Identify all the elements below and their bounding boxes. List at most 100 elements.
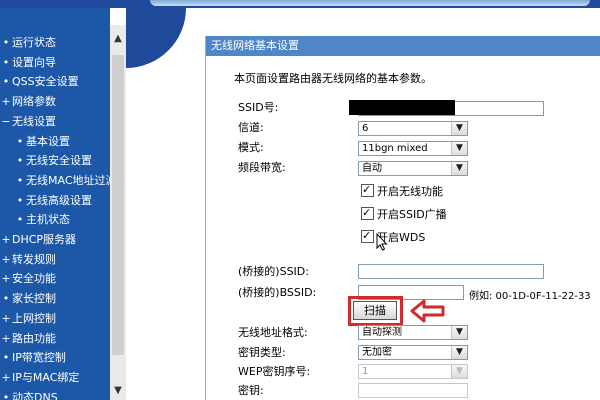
sidebar-item[interactable]: +网络参数 [0, 92, 56, 111]
sidebar-item-label: 无线MAC地址过滤 [26, 173, 110, 187]
sidebar-item-label: 无线设置 [12, 114, 56, 128]
sidebar-bullet-icon: + [1, 331, 11, 345]
wep-index-value: 1 [362, 366, 369, 377]
sidebar-bullet-icon: • [16, 213, 24, 227]
key-label: 密钥: [238, 384, 264, 397]
sidebar-bullet-icon: + [1, 252, 11, 266]
wep-index-select[interactable]: 1 ▼ [358, 364, 468, 379]
sidebar-item[interactable]: • 运行状态 [0, 33, 56, 52]
bridge-ssid-label: (桥接的)SSID: [238, 265, 309, 278]
chevron-down-icon[interactable]: ▼ [451, 326, 467, 339]
enable-ssid-broadcast-checkbox[interactable]: 开启SSID广播 [361, 205, 447, 223]
sidebar-item-label: 基本设置 [26, 134, 70, 148]
sidebar-item[interactable]: • 动态DNS [0, 388, 58, 400]
chevron-down-icon[interactable]: ▼ [451, 346, 467, 359]
sidebar-scrollbar[interactable]: ▲ ▼ [110, 25, 126, 400]
address-format-label: 无线地址格式: [238, 326, 308, 339]
sidebar-bullet-icon: • [16, 154, 24, 168]
sidebar-item-label: 安全功能 [12, 272, 56, 286]
panel-description: 本页面设置路由器无线网络的基本参数。 [234, 72, 432, 85]
sidebar-item-label: 转发规则 [12, 252, 56, 266]
sidebar-item[interactable]: +安全功能 [0, 269, 56, 288]
sidebar-bullet-icon: • [2, 390, 10, 400]
pointer-arrow-icon [410, 299, 445, 323]
sidebar-bullet-icon: • [2, 292, 10, 306]
scan-button[interactable]: 扫描 [353, 301, 397, 320]
sidebar-item[interactable]: +转发规则 [0, 250, 56, 269]
bandwidth-select[interactable]: 自动 ▼ [358, 161, 468, 176]
panel-title: 无线网络基本设置 [206, 36, 600, 56]
sidebar-item-label: 运行状态 [12, 36, 56, 49]
sidebar-item[interactable]: +IP与MAC绑定 [0, 368, 79, 387]
scroll-up-arrow-icon[interactable]: ▲ [110, 31, 126, 47]
bandwidth-value: 自动 [362, 163, 382, 174]
sidebar-item[interactable]: −无线设置 [0, 112, 56, 131]
address-format-select[interactable]: 自动探测 ▼ [358, 325, 468, 340]
sidebar-bullet-icon: + [1, 95, 11, 109]
sidebar-item[interactable]: • 无线高级设置 [14, 191, 92, 210]
mouse-cursor-icon [376, 233, 388, 251]
sidebar-item[interactable]: • 主机状态 [14, 210, 70, 229]
bridge-ssid-input[interactable] [358, 264, 544, 279]
sidebar-bullet-icon: • [2, 351, 10, 365]
scroll-thumb[interactable] [112, 55, 124, 355]
enable-ssid-broadcast-label: 开启SSID广播 [377, 208, 447, 221]
sidebar-item-label: 设置向导 [12, 55, 56, 69]
sidebar-item-label: 无线高级设置 [26, 193, 92, 207]
sidebar-item[interactable]: +路由功能 [0, 329, 56, 348]
sidebar-item[interactable]: • QSS安全设置 [0, 72, 79, 91]
sidebar-item-label: 网络参数 [12, 95, 56, 109]
sidebar-bullet-icon: + [1, 370, 11, 384]
key-type-select[interactable]: 无加密 ▼ [358, 345, 468, 360]
sidebar-bullet-icon: + [1, 311, 11, 325]
channel-select[interactable]: 6 ▼ [358, 121, 468, 136]
enable-wireless-checkbox[interactable]: 开启无线功能 [361, 182, 443, 200]
channel-value: 6 [362, 123, 369, 134]
top-banner [0, 0, 600, 8]
sidebar-item-label: 路由功能 [12, 331, 56, 345]
chevron-down-icon[interactable]: ▼ [451, 365, 467, 378]
sidebar-item[interactable]: • 无线安全设置 [14, 151, 92, 170]
checkbox-icon[interactable] [361, 182, 374, 198]
sidebar-item[interactable]: • 无线MAC地址过滤 [14, 171, 110, 190]
checkbox-icon[interactable] [361, 205, 374, 221]
mode-select[interactable]: 11bgn mixed ▼ [358, 141, 468, 156]
sidebar-bullet-icon: • [2, 55, 10, 69]
sidebar-item[interactable]: • IP带宽控制 [0, 348, 66, 367]
enable-wds-checkbox[interactable]: 开启WDS [361, 228, 425, 246]
wireless-basic-settings-panel: 无线网络基本设置 本页面设置路由器无线网络的基本参数。 SSID号: 信道: 6… [205, 36, 600, 400]
checkbox-icon[interactable] [361, 228, 374, 244]
mode-value: 11bgn mixed [362, 143, 428, 154]
address-format-value: 自动探测 [362, 327, 402, 338]
sidebar-item-label: 动态DNS [12, 390, 58, 400]
chevron-down-icon[interactable]: ▼ [451, 162, 467, 175]
chevron-down-icon[interactable]: ▼ [451, 122, 467, 135]
wep-index-label: WEP密钥序号: [238, 365, 311, 378]
chevron-down-icon[interactable]: ▼ [451, 142, 467, 155]
key-type-value: 无加密 [362, 347, 392, 358]
sidebar-item-label: 上网控制 [12, 311, 56, 325]
sidebar-item-label: 主机状态 [26, 213, 70, 227]
sidebar-bullet-icon: • [16, 134, 24, 148]
sidebar-bullet-icon: + [1, 272, 11, 286]
mode-label: 模式: [238, 141, 264, 154]
sidebar-item[interactable]: • 基本设置 [14, 132, 70, 151]
sidebar-item[interactable]: • 家长控制 [0, 289, 56, 308]
sidebar-item-label: IP与MAC绑定 [12, 370, 80, 384]
sidebar-item-label: DHCP服务器 [12, 233, 77, 246]
key-type-label: 密钥类型: [238, 346, 286, 359]
sidebar-item[interactable]: +上网控制 [0, 309, 56, 328]
sidebar-bullet-icon: • [16, 173, 24, 187]
sidebar-item-label: IP带宽控制 [12, 351, 66, 365]
ssid-label: SSID号: [238, 101, 279, 114]
sidebar-item-label: 家长控制 [12, 292, 56, 306]
enable-wireless-label: 开启无线功能 [377, 185, 443, 198]
sidebar-nav: • 运行状态 • 设置向导 • QSS安全设置 +网络参数 −无线设置 • 基本设置 • 无线安全设置… [0, 8, 110, 400]
bssid-example: 例如: 00-1D-0F-11-22-33 [469, 291, 591, 302]
sidebar-item[interactable]: +DHCP服务器 [0, 230, 76, 249]
scroll-down-arrow-icon[interactable]: ▼ [110, 383, 126, 399]
sidebar-item[interactable]: • 设置向导 [0, 53, 56, 72]
key-input[interactable] [358, 383, 468, 398]
sidebar-bullet-icon: • [16, 193, 24, 207]
sidebar-bullet-icon: + [1, 233, 11, 246]
